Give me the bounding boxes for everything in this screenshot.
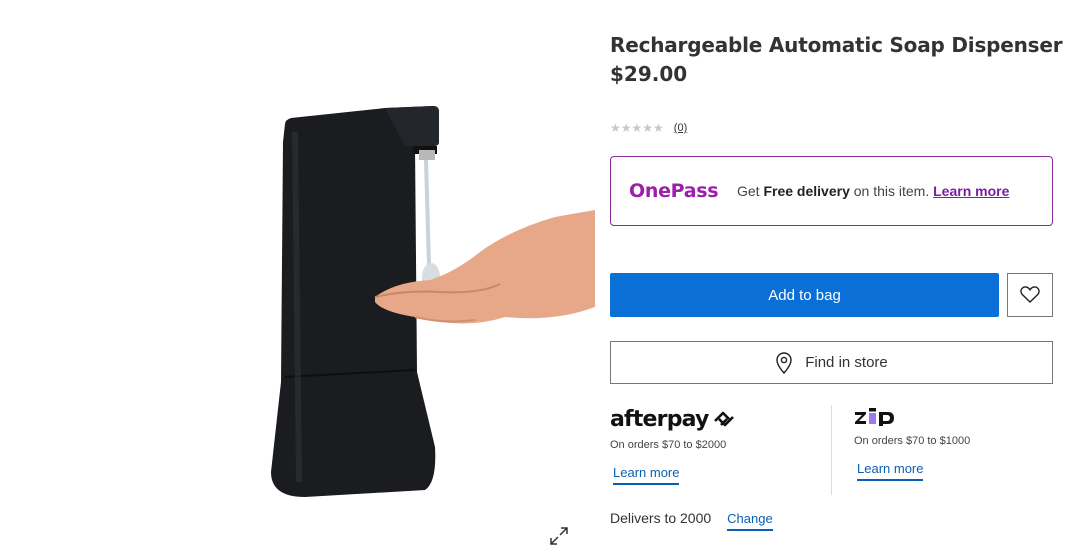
onepass-text-bold: Free delivery: [763, 183, 850, 199]
find-in-store-label: Find in store: [805, 354, 888, 371]
afterpay-logo-text: afterpay: [610, 406, 709, 432]
add-to-bag-button[interactable]: Add to bag: [610, 273, 999, 317]
onepass-text-suffix: on this item.: [849, 183, 934, 199]
afterpay-arrows-icon: [713, 411, 734, 427]
zip-note: On orders $70 to $1000: [854, 435, 971, 447]
zip-logo: [854, 405, 1054, 429]
expand-icon[interactable]: [548, 525, 570, 547]
zip-logo-icon: [855, 408, 894, 426]
product-gallery: [0, 0, 600, 553]
delivers-to-text: Delivers to 2000: [610, 510, 712, 526]
product-title: Rechargeable Automatic Soap Dispenser: [610, 33, 1063, 57]
onepass-message: Get Free delivery on this item. Learn mo…: [737, 183, 1027, 199]
payment-divider: [831, 405, 832, 495]
rating-stars-icon: ★★★★★: [610, 121, 664, 135]
zip-learn-more-link[interactable]: Learn more: [857, 461, 924, 481]
wishlist-button[interactable]: [1007, 273, 1053, 317]
onepass-text-prefix: Get: [737, 183, 764, 199]
delivery-info: Delivers to 2000 Change: [610, 510, 773, 531]
onepass-banner: OnePass Get Free delivery on this item. …: [610, 156, 1053, 226]
onepass-learn-more-link[interactable]: Learn more: [933, 183, 1009, 199]
product-price: $29.00: [610, 62, 688, 86]
review-count-link[interactable]: (0): [674, 122, 687, 134]
afterpay-learn-more-link[interactable]: Learn more: [613, 465, 680, 485]
heart-icon: [1020, 286, 1040, 303]
rating: ★★★★★ (0): [610, 121, 687, 135]
product-image: [271, 106, 595, 497]
zip-section: On orders $70 to $1000 Learn more: [854, 405, 1054, 481]
onepass-logo: OnePass: [629, 180, 719, 202]
afterpay-section: afterpay On orders $70 to $2000 Learn mo…: [610, 405, 830, 485]
change-postcode-link[interactable]: Change: [727, 511, 773, 531]
location-pin-icon: [776, 351, 792, 374]
find-in-store-button[interactable]: Find in store: [610, 341, 1053, 384]
afterpay-logo: afterpay: [610, 405, 830, 433]
afterpay-note: On orders $70 to $2000: [610, 439, 727, 451]
